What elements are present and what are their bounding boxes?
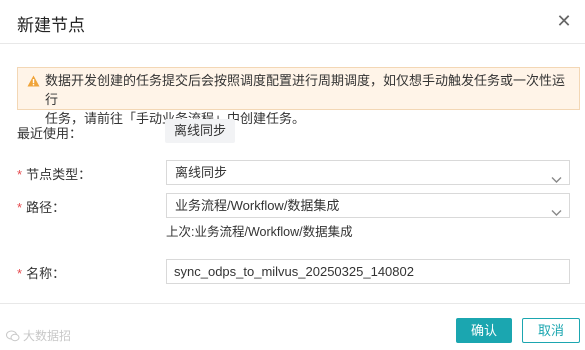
alert-line-2: 任务，请前往「手动业务流程」中创建任务。 — [45, 109, 571, 128]
close-icon[interactable]: ✕ — [551, 8, 577, 34]
name-label-text: 名称： — [26, 266, 66, 281]
wechat-icon — [6, 330, 20, 341]
cancel-button[interactable]: 取消 — [522, 318, 580, 343]
required-mark: * — [17, 167, 23, 182]
recent-label: 最近使用： — [17, 126, 83, 141]
warning-alert: 数据开发创建的任务提交后会按照调度配置进行周期调度，如仅想手动触发任务或一次性运… — [17, 67, 580, 126]
watermark-text: 大数据招 — [23, 329, 72, 343]
node-type-select[interactable]: 离线同步 — [166, 160, 570, 185]
required-mark: * — [17, 200, 23, 215]
name-input[interactable]: sync_odps_to_milvus_20250325_140802 — [166, 259, 570, 284]
path-label-text: 路径： — [26, 200, 66, 215]
confirm-button[interactable]: 确认 — [456, 318, 512, 343]
path-last-used-hint: 上次:业务流程/Workflow/数据集成 — [166, 225, 353, 239]
dialog-title: 新建节点 — [17, 16, 85, 35]
path-label: * 路径： — [17, 197, 65, 216]
footer-divider — [0, 303, 585, 304]
recent-chip-offline-sync[interactable]: 离线同步 — [165, 119, 235, 143]
watermark: 大数据招 — [6, 327, 71, 344]
warning-icon — [27, 73, 40, 92]
path-value: 业务流程/Workflow/数据集成 — [175, 198, 340, 213]
chevron-down-icon — [551, 201, 562, 224]
path-select[interactable]: 业务流程/Workflow/数据集成 — [166, 193, 570, 218]
alert-line-1: 数据开发创建的任务提交后会按照调度配置进行周期调度，如仅想手动触发任务或一次性运… — [45, 73, 566, 107]
node-type-label: * 节点类型： — [17, 164, 91, 183]
chevron-down-icon — [551, 168, 562, 191]
name-value: sync_odps_to_milvus_20250325_140802 — [174, 264, 414, 279]
node-type-value: 离线同步 — [175, 165, 228, 180]
node-type-label-text: 节点类型： — [26, 167, 92, 182]
dialog-header: 新建节点 ✕ — [0, 0, 585, 44]
required-mark: * — [17, 266, 23, 281]
name-label: * 名称： — [17, 263, 65, 282]
